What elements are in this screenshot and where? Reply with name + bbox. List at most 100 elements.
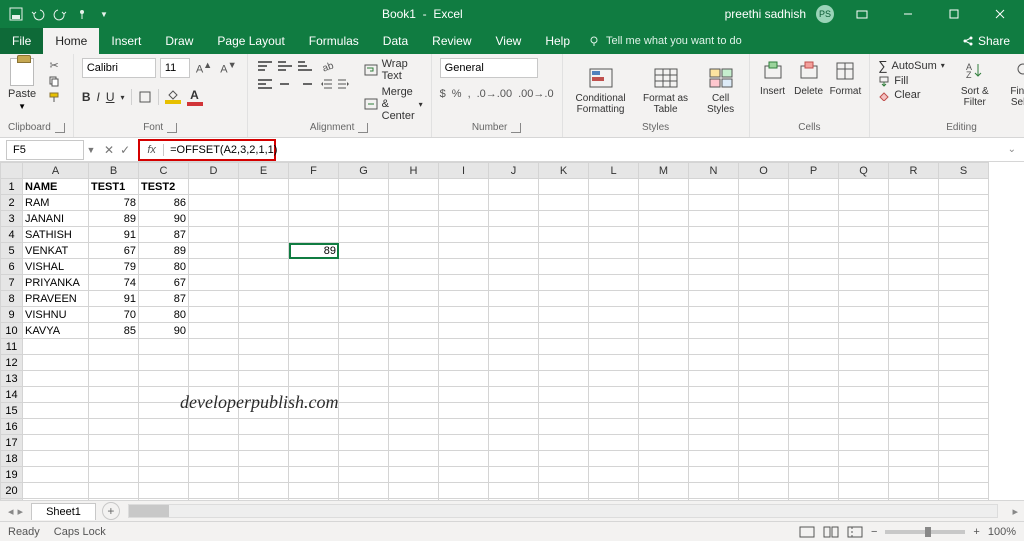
row-header[interactable]: 1 bbox=[1, 179, 23, 195]
cell[interactable] bbox=[639, 291, 689, 307]
cell[interactable] bbox=[939, 467, 989, 483]
user-avatar[interactable]: PS bbox=[816, 5, 834, 23]
cell[interactable] bbox=[289, 275, 339, 291]
cell[interactable] bbox=[23, 355, 89, 371]
cell[interactable] bbox=[789, 179, 839, 195]
cell[interactable] bbox=[539, 451, 589, 467]
cell[interactable] bbox=[339, 323, 389, 339]
cell[interactable] bbox=[689, 307, 739, 323]
cell[interactable] bbox=[689, 355, 739, 371]
tab-data[interactable]: Data bbox=[371, 28, 420, 54]
cell[interactable] bbox=[789, 195, 839, 211]
cell[interactable] bbox=[589, 435, 639, 451]
cell[interactable] bbox=[889, 243, 939, 259]
cell[interactable] bbox=[839, 323, 889, 339]
cell[interactable] bbox=[489, 259, 539, 275]
cell[interactable] bbox=[239, 419, 289, 435]
cell[interactable] bbox=[339, 355, 389, 371]
cell[interactable] bbox=[689, 291, 739, 307]
cell[interactable] bbox=[289, 227, 339, 243]
cell[interactable] bbox=[889, 403, 939, 419]
format-painter-icon[interactable] bbox=[46, 90, 62, 104]
cell[interactable] bbox=[339, 211, 389, 227]
cell[interactable] bbox=[689, 275, 739, 291]
row-header[interactable]: 21 bbox=[1, 499, 23, 501]
fx-icon[interactable]: fx bbox=[140, 144, 164, 156]
cell[interactable] bbox=[339, 467, 389, 483]
cell[interactable] bbox=[489, 403, 539, 419]
column-header[interactable]: Q bbox=[839, 163, 889, 179]
cell[interactable] bbox=[789, 355, 839, 371]
cell[interactable] bbox=[139, 339, 189, 355]
cell[interactable] bbox=[789, 323, 839, 339]
cell[interactable] bbox=[439, 435, 489, 451]
cell[interactable] bbox=[439, 419, 489, 435]
cell[interactable] bbox=[439, 307, 489, 323]
cell[interactable] bbox=[439, 195, 489, 211]
cell[interactable] bbox=[489, 243, 539, 259]
name-box[interactable]: F5 bbox=[6, 140, 84, 160]
cell[interactable] bbox=[289, 323, 339, 339]
cell[interactable] bbox=[889, 307, 939, 323]
namebox-dropdown-icon[interactable]: ▼ bbox=[84, 145, 98, 155]
cell[interactable] bbox=[389, 275, 439, 291]
cell[interactable] bbox=[889, 339, 939, 355]
view-normal-icon[interactable] bbox=[799, 526, 815, 538]
row-header[interactable]: 14 bbox=[1, 387, 23, 403]
cell-styles-button[interactable]: Cell Styles bbox=[701, 65, 741, 115]
tab-insert[interactable]: Insert bbox=[99, 28, 153, 54]
cell[interactable] bbox=[489, 467, 539, 483]
cell[interactable] bbox=[589, 243, 639, 259]
dialog-launcher-icon[interactable] bbox=[55, 123, 65, 133]
enter-formula-icon[interactable]: ✓ bbox=[120, 143, 130, 157]
font-size-select[interactable]: 11 bbox=[160, 58, 190, 78]
cell[interactable] bbox=[539, 323, 589, 339]
increase-indent-icon[interactable] bbox=[336, 78, 350, 90]
cell[interactable]: PRAVEEN bbox=[23, 291, 89, 307]
cell[interactable] bbox=[639, 259, 689, 275]
cell[interactable] bbox=[539, 307, 589, 323]
row-header[interactable]: 6 bbox=[1, 259, 23, 275]
maximize-icon[interactable] bbox=[936, 0, 972, 28]
cell[interactable]: 89 bbox=[289, 243, 339, 259]
cell[interactable]: 80 bbox=[139, 259, 189, 275]
cell[interactable]: TEST1 bbox=[89, 179, 139, 195]
cell[interactable]: VENKAT bbox=[23, 243, 89, 259]
column-header[interactable]: J bbox=[489, 163, 539, 179]
cell[interactable] bbox=[889, 483, 939, 499]
cell[interactable] bbox=[489, 211, 539, 227]
cell[interactable] bbox=[889, 275, 939, 291]
cell[interactable] bbox=[489, 195, 539, 211]
column-header[interactable]: K bbox=[539, 163, 589, 179]
zoom-in-icon[interactable]: + bbox=[973, 526, 979, 538]
row-header[interactable]: 13 bbox=[1, 371, 23, 387]
cell[interactable] bbox=[89, 483, 139, 499]
cell[interactable] bbox=[839, 355, 889, 371]
cell[interactable] bbox=[939, 499, 989, 501]
tell-me-search[interactable]: Tell me what you want to do bbox=[588, 35, 742, 47]
cell[interactable]: NAME bbox=[23, 179, 89, 195]
cell[interactable] bbox=[889, 371, 939, 387]
cell[interactable] bbox=[389, 371, 439, 387]
cell[interactable] bbox=[789, 499, 839, 501]
delete-cells-button[interactable]: Delete bbox=[794, 58, 824, 97]
cell[interactable] bbox=[389, 179, 439, 195]
cell[interactable] bbox=[739, 275, 789, 291]
cell[interactable] bbox=[739, 499, 789, 501]
cell[interactable]: KAVYA bbox=[23, 323, 89, 339]
cell[interactable] bbox=[189, 243, 239, 259]
cell[interactable]: 67 bbox=[89, 243, 139, 259]
cell[interactable] bbox=[539, 387, 589, 403]
scroll-right-icon[interactable]: ▸ bbox=[1006, 505, 1024, 518]
cell[interactable] bbox=[489, 435, 539, 451]
cell[interactable]: 80 bbox=[139, 307, 189, 323]
font-color-icon[interactable]: A bbox=[187, 88, 203, 106]
cell[interactable] bbox=[89, 387, 139, 403]
cell[interactable] bbox=[189, 355, 239, 371]
cell[interactable] bbox=[639, 435, 689, 451]
cell[interactable] bbox=[589, 227, 639, 243]
cell[interactable] bbox=[739, 211, 789, 227]
cell[interactable] bbox=[839, 259, 889, 275]
cell[interactable]: 67 bbox=[139, 275, 189, 291]
paste-button[interactable]: Paste ▼ bbox=[8, 58, 36, 111]
